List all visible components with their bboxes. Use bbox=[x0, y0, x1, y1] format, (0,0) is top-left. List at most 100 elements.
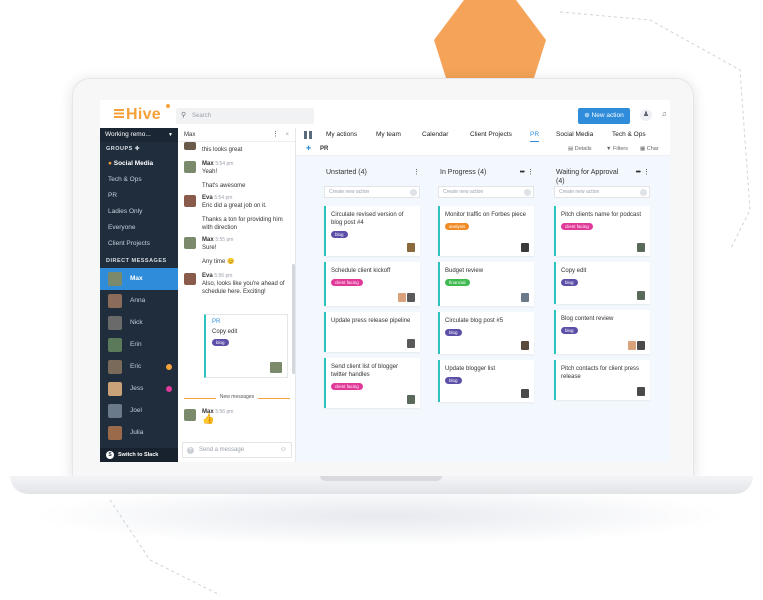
tab-pr[interactable]: PR bbox=[530, 128, 540, 142]
add-attachment-icon[interactable]: + bbox=[187, 447, 194, 454]
assign-user-icon[interactable] bbox=[640, 189, 647, 196]
search-input[interactable]: ⚲ Search bbox=[176, 108, 314, 124]
action-card[interactable]: Send client list of blogger twitter hand… bbox=[324, 358, 420, 408]
workspace-selector[interactable]: Working remo... ▼ bbox=[100, 128, 178, 142]
message-input[interactable]: + Send a message ☺ bbox=[182, 442, 292, 458]
action-card[interactable]: Pitch contacts for client press release bbox=[554, 360, 650, 400]
avatar bbox=[407, 395, 415, 404]
assign-user-icon[interactable] bbox=[410, 189, 417, 196]
tab-my-team[interactable]: My team bbox=[376, 128, 401, 142]
create-action-input[interactable]: Create new action bbox=[438, 186, 534, 198]
tab-my-actions[interactable]: My actions bbox=[326, 128, 357, 142]
sidebar-item-tech-ops[interactable]: Tech & Ops bbox=[100, 172, 178, 188]
tag-badge: blog bbox=[445, 329, 462, 336]
bell-icon[interactable]: ♫ bbox=[658, 109, 670, 121]
details-button[interactable]: ▤ Details bbox=[568, 142, 592, 156]
action-card[interactable]: Pitch clients name for podcast client fac… bbox=[554, 206, 650, 256]
avatar bbox=[184, 142, 196, 150]
chart-button[interactable]: ▦ Char bbox=[640, 142, 659, 156]
dm-item-erin[interactable]: Erin bbox=[100, 334, 178, 356]
switch-to-slack-button[interactable]: S Switch to Slack bbox=[100, 448, 178, 462]
avatar bbox=[637, 291, 645, 300]
card-assignees bbox=[520, 389, 529, 398]
dm-item-eric[interactable]: Eric bbox=[100, 356, 178, 378]
new-action-button[interactable]: ⊕ New action bbox=[578, 108, 630, 124]
create-action-input[interactable]: Create new action bbox=[324, 186, 420, 198]
column-header: In Progress (4) ••• ⋮ bbox=[436, 164, 536, 186]
add-group-icon[interactable]: ✚ bbox=[135, 146, 140, 152]
action-card[interactable]: Circulate blog post #5 blog bbox=[438, 312, 534, 354]
laptop-notch bbox=[320, 476, 442, 481]
more-options-icon[interactable]: ⋮ bbox=[527, 168, 534, 177]
card-title: Pitch clients name for podcast bbox=[561, 212, 642, 218]
card-title: Circulate blog post #5 bbox=[445, 318, 504, 324]
action-card[interactable]: Blog content review blog bbox=[554, 310, 650, 354]
tag-badge: client facing bbox=[331, 279, 363, 286]
dm-label: Jess bbox=[130, 385, 144, 392]
more-options-icon[interactable]: ⋮ bbox=[413, 168, 420, 177]
emoji-icon[interactable]: ☺ bbox=[280, 443, 287, 457]
card-assignees bbox=[636, 243, 645, 252]
sidebar-item-ladies-only[interactable]: Ladies Only bbox=[100, 204, 178, 220]
card-title: Circulate revised version of blog post #… bbox=[331, 212, 404, 226]
groups-header: GROUPS ✚ bbox=[100, 142, 178, 156]
message-time: 5:56 pm bbox=[214, 273, 233, 279]
column-header: Waiting for Approval (4) ••• ⋮ bbox=[552, 164, 652, 186]
create-action-input[interactable]: Create new action bbox=[554, 186, 650, 198]
card-assignees bbox=[520, 341, 529, 350]
sidebar-item-pr[interactable]: PR bbox=[100, 188, 178, 204]
hive-logo[interactable]: Hive bbox=[114, 104, 170, 124]
sidebar-item-everyone[interactable]: Everyone bbox=[100, 220, 178, 236]
user-icon[interactable]: ♟ bbox=[640, 109, 652, 121]
dm-label: Julia bbox=[130, 429, 144, 436]
dm-label: Erin bbox=[130, 341, 142, 348]
dm-item-joel[interactable]: Joel bbox=[100, 400, 178, 422]
dm-item-max[interactable]: Max bbox=[100, 268, 178, 290]
expand-icon[interactable]: ••• bbox=[520, 168, 525, 177]
tab-tech-ops[interactable]: Tech & Ops bbox=[612, 128, 646, 142]
avatar bbox=[108, 382, 122, 396]
top-bar: Hive ⚲ Search ⊕ New action ♟ ♫ bbox=[100, 100, 670, 128]
message-text: 👍 bbox=[202, 414, 215, 425]
avatar bbox=[407, 243, 415, 252]
action-card[interactable]: Monitor traffic on Forbes piece analysis bbox=[438, 206, 534, 256]
workspace-name: Working remo... bbox=[105, 131, 151, 138]
sidebar-item-social-media[interactable]: ● Social Media bbox=[100, 156, 178, 172]
pin-icon[interactable]: ✚ bbox=[306, 142, 311, 156]
action-card[interactable]: Update blogger list blog bbox=[438, 360, 534, 402]
action-card[interactable]: Budget review financial bbox=[438, 262, 534, 306]
grid-view-icon[interactable] bbox=[304, 131, 312, 139]
card-title: Copy edit bbox=[561, 268, 587, 274]
sidebar-item-label: Social Media bbox=[113, 160, 154, 167]
more-options-icon[interactable]: ⋮ bbox=[643, 168, 650, 177]
close-icon[interactable]: × bbox=[285, 128, 289, 142]
project-toolbar: ✚ PR ▤ Details ▼ Filters ▦ Char bbox=[296, 142, 670, 156]
sidebar-item-client-projects[interactable]: Client Projects bbox=[100, 236, 178, 252]
action-card[interactable]: Schedule client kickoff client facing bbox=[324, 262, 420, 306]
tab-social-media[interactable]: Social Media bbox=[556, 128, 593, 142]
avatar bbox=[521, 293, 529, 302]
dm-item-nick[interactable]: Nick bbox=[100, 312, 178, 334]
stage: Hive ⚲ Search ⊕ New action ♟ ♫ Working re… bbox=[0, 0, 763, 600]
tab-client-projects[interactable]: Client Projects bbox=[470, 128, 512, 142]
avatar bbox=[184, 195, 196, 207]
card-title: Pitch contacts for client press release bbox=[561, 366, 640, 380]
card-assignees bbox=[636, 291, 645, 300]
action-card[interactable]: Copy edit blog bbox=[554, 262, 650, 304]
action-card[interactable]: Update press release pipeline bbox=[324, 312, 420, 352]
shared-action-card[interactable]: PR Copy edit blog bbox=[204, 314, 288, 378]
filters-button[interactable]: ▼ Filters bbox=[606, 142, 628, 156]
avatar bbox=[184, 273, 196, 285]
assign-user-icon[interactable] bbox=[524, 189, 531, 196]
dm-item-julia[interactable]: Julia bbox=[100, 422, 178, 444]
action-card[interactable]: Circulate revised version of blog post #… bbox=[324, 206, 420, 256]
avatar bbox=[184, 409, 196, 421]
more-options-icon[interactable]: ⋮ bbox=[272, 128, 279, 142]
expand-icon[interactable]: ••• bbox=[636, 168, 641, 177]
dm-item-anna[interactable]: Anna bbox=[100, 290, 178, 312]
card-title: Budget review bbox=[445, 268, 484, 274]
dm-item-jess[interactable]: Jess bbox=[100, 378, 178, 400]
chat-scrollbar[interactable] bbox=[292, 264, 295, 374]
tab-calendar[interactable]: Calendar bbox=[422, 128, 448, 142]
slack-icon: S bbox=[106, 451, 114, 459]
